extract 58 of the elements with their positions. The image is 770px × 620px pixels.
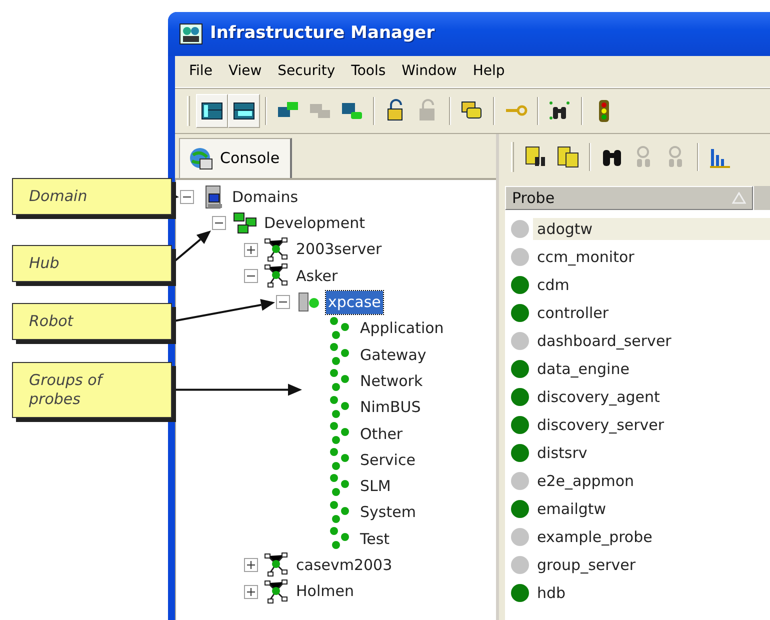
tree-item[interactable]: Domains [230, 186, 300, 208]
tree-item[interactable]: NimBUS [358, 396, 423, 419]
tree-item[interactable]: Development [262, 212, 367, 235]
tree-item[interactable]: Network [358, 370, 425, 392]
collapse-icon[interactable] [180, 190, 194, 204]
probe-item[interactable]: hdb [533, 582, 770, 604]
toolbar-button[interactable] [228, 94, 260, 128]
probe-item[interactable]: adogtw [533, 218, 770, 240]
tree-item[interactable]: Other [358, 422, 405, 446]
menu-item[interactable]: Help [464, 59, 513, 84]
tree-item[interactable]: System [358, 501, 418, 524]
probe-item[interactable]: emailgtw [533, 498, 770, 520]
menu-item[interactable]: File [181, 59, 220, 84]
probe-item[interactable]: controller [533, 302, 770, 324]
probe-item[interactable]: cdm [533, 274, 770, 296]
expand-icon[interactable] [244, 584, 258, 599]
search-document-icon [524, 145, 548, 169]
probe-item[interactable]: example_probe [533, 526, 770, 548]
expand-icon[interactable] [244, 242, 258, 257]
app-icon [178, 21, 204, 47]
collapse-icon[interactable] [276, 295, 290, 310]
collapse-icon[interactable] [244, 269, 258, 284]
tree-item[interactable]: SLM [358, 475, 393, 498]
network-icon [264, 263, 290, 290]
tree-item[interactable]: xpcase [326, 291, 383, 314]
network-icon [232, 210, 258, 236]
probe-item[interactable]: dashboard_server [533, 330, 770, 352]
probe-item[interactable]: ccm_monitor [533, 246, 770, 268]
probe-item[interactable]: discovery_server [533, 414, 770, 436]
menu-item[interactable]: Tools [343, 59, 394, 84]
column-header[interactable]: Probe [505, 186, 753, 210]
tree-item[interactable]: 2003server [294, 238, 384, 261]
window-title: Infrastructure Manager [210, 22, 435, 46]
probe-item[interactable]: group_server [533, 554, 770, 576]
globe-icon [188, 146, 214, 172]
tree-item[interactable]: casevm2003 [294, 554, 394, 577]
tree-item[interactable]: Test [358, 528, 392, 550]
network-icon [264, 578, 290, 605]
menu-item[interactable]: View [220, 59, 270, 84]
collapse-icon[interactable] [212, 216, 226, 230]
tree-item[interactable]: Service [358, 448, 418, 472]
toolbar-button[interactable] [196, 94, 228, 128]
sort-icon [732, 192, 746, 204]
expand-icon[interactable] [244, 558, 258, 572]
probe-item[interactable]: e2e_appmon [533, 470, 770, 492]
network-icon [264, 552, 290, 578]
tree-item[interactable]: Holmen [294, 580, 356, 603]
tree-item[interactable]: Asker [294, 264, 340, 288]
menu-item[interactable]: Window [394, 59, 465, 84]
probe-item[interactable]: data_engine [533, 358, 770, 380]
probe-item[interactable]: discovery_agent [533, 386, 770, 408]
tree-item[interactable]: Application [358, 317, 446, 340]
probe-item[interactable]: distsrv [533, 442, 770, 464]
network-icon [264, 236, 290, 263]
tree-item[interactable]: Gateway [358, 344, 428, 366]
document-icon [556, 145, 580, 169]
menu-item[interactable]: Security [270, 59, 344, 84]
console-tab[interactable]: Console [179, 138, 292, 178]
